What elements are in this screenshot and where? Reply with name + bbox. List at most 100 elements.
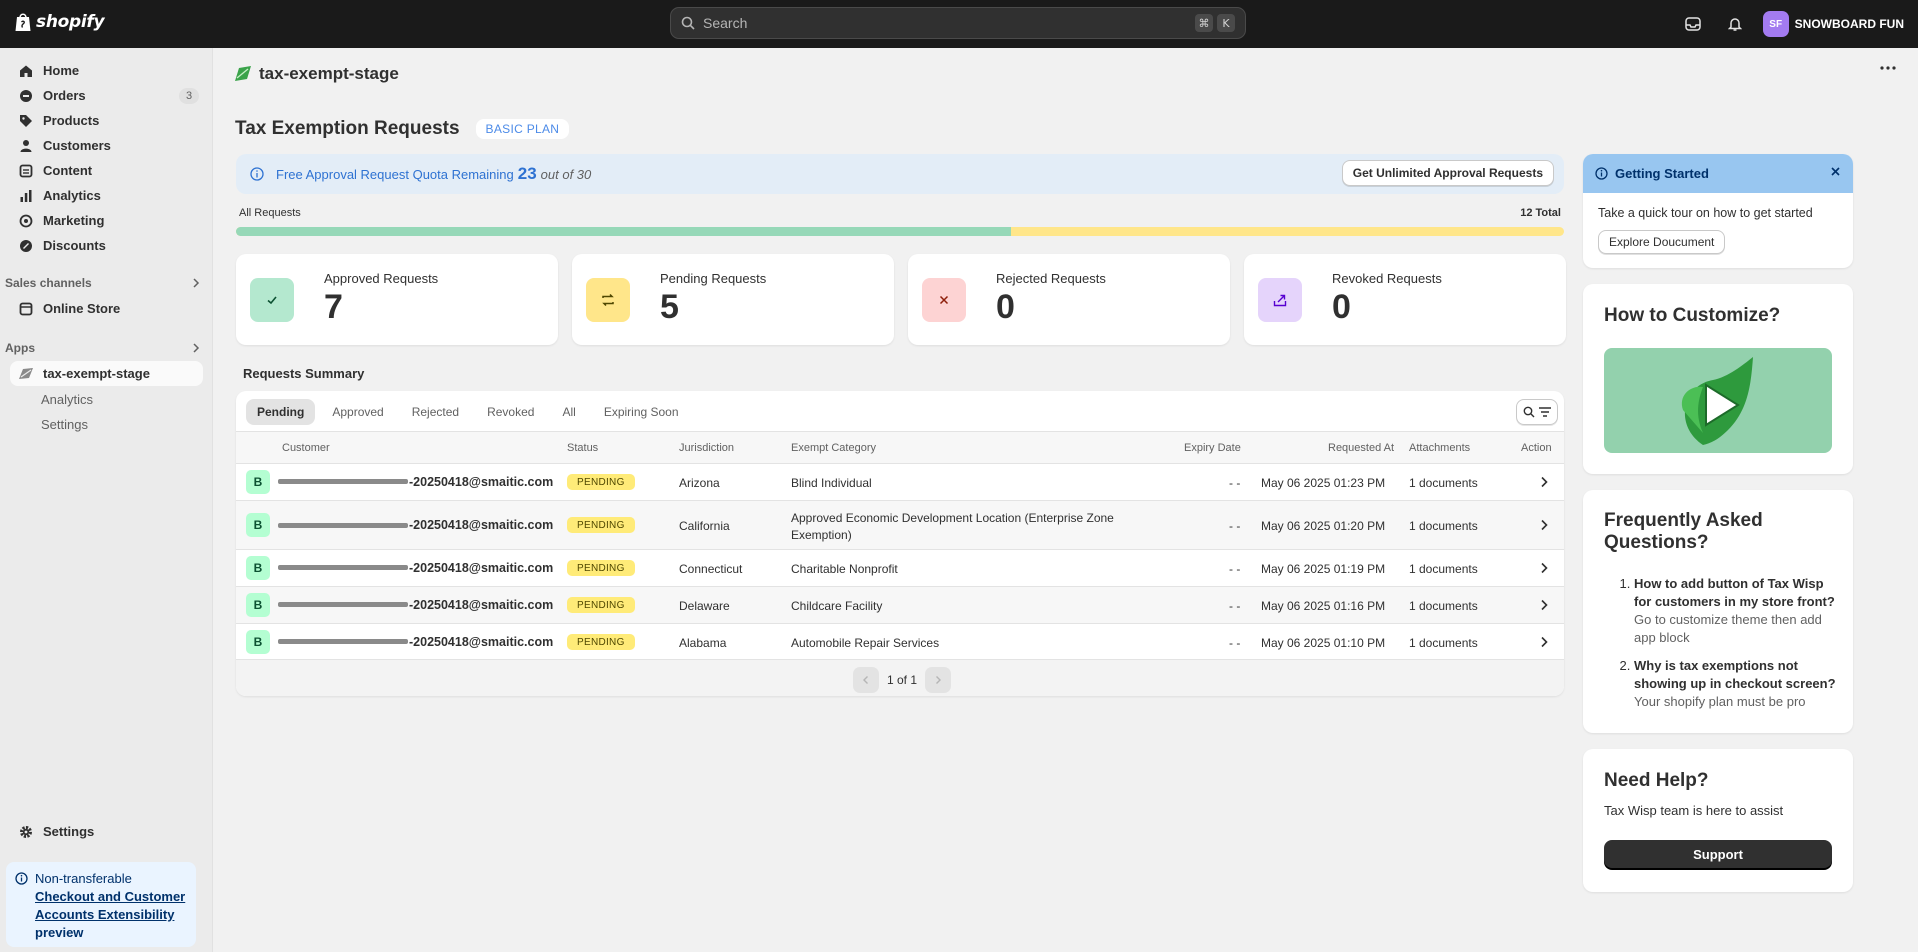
more-actions-button[interactable] [1880, 66, 1896, 70]
inbox-button[interactable] [1679, 10, 1707, 38]
sidebar-item-settings[interactable]: Settings [10, 819, 203, 844]
quota-banner: Free Approval Request Quota Remaining 23… [236, 154, 1564, 194]
expiry-date: - - [1229, 562, 1241, 576]
sidebar-subitem-analytics[interactable]: Analytics [41, 388, 93, 410]
explore-document-button[interactable]: Explore Doucument [1598, 230, 1726, 254]
sidebar-item-label: tax-exempt-stage [43, 366, 150, 381]
quota-text-group: Free Approval Request Quota Remaining 23… [276, 164, 591, 184]
row-open-button[interactable] [1540, 636, 1548, 648]
check-icon [267, 296, 277, 305]
search-input[interactable] [703, 15, 1191, 31]
sidebar-item-marketing[interactable]: Marketing [10, 208, 203, 233]
col-action: Action [1521, 442, 1552, 454]
tab-pending[interactable]: Pending [246, 399, 316, 425]
sales-channels-section[interactable]: Sales channels [5, 276, 200, 290]
store-icon [18, 301, 34, 317]
info-icon [1595, 167, 1608, 180]
col-jurisdiction: Jurisdiction [679, 442, 735, 454]
row-open-button[interactable] [1540, 562, 1548, 574]
sidebar-item-label: Analytics [43, 188, 101, 203]
sidebar-item-discounts[interactable]: Discounts [10, 233, 203, 258]
sidebar-item-products[interactable]: Products [10, 108, 203, 133]
tab-rejected[interactable]: Rejected [401, 399, 470, 425]
get-unlimited-button[interactable]: Get Unlimited Approval Requests [1341, 160, 1554, 186]
table-row[interactable]: B -20250418@smaitic.com PENDING Connecti… [236, 550, 1564, 587]
next-page-button[interactable] [925, 667, 952, 693]
sidebar-item-content[interactable]: Content [10, 158, 203, 183]
progress-labels: All Requests 12 Total [239, 207, 1561, 219]
support-button[interactable]: Support [1604, 840, 1832, 868]
customer-avatar: B [246, 513, 270, 537]
attachments: 1 documents [1409, 599, 1478, 613]
quota-of: out of 30 [540, 167, 592, 182]
tag-icon [18, 113, 34, 129]
search-icon [1523, 406, 1535, 418]
video-thumbnail[interactable] [1604, 348, 1832, 453]
global-search[interactable]: ⌘ K [670, 7, 1246, 39]
close-icon[interactable] [1830, 166, 1841, 177]
page-indicator: 1 of 1 [887, 673, 918, 687]
faq-answer: Your shopify plan must be pro [1634, 694, 1806, 709]
customer-avatar: B [246, 593, 270, 617]
extensibility-link[interactable]: Checkout and Customer Accounts Extensibi… [35, 888, 186, 924]
row-open-button[interactable] [1540, 519, 1548, 531]
filter-icon [1539, 407, 1551, 417]
table-row[interactable]: B -20250418@smaitic.com PENDING Alabama … [236, 624, 1564, 660]
customer-avatar: B [246, 556, 270, 580]
requested-at: May 06 2025 01:10 PM [1261, 636, 1386, 650]
getting-started-title: Getting Started [1615, 166, 1709, 181]
search-filter-button[interactable] [1516, 399, 1558, 425]
stat-value: 7 [324, 288, 343, 326]
exempt-category: Blind Individual [791, 476, 872, 490]
stat-icon-box [922, 278, 966, 322]
row-open-button[interactable] [1540, 599, 1548, 611]
row-open-button[interactable] [1540, 476, 1548, 488]
tab-revoked[interactable]: Revoked [476, 399, 545, 425]
sidebar: Home Orders 3 Products Customers Content… [0, 48, 213, 952]
sidebar-item-home[interactable]: Home [10, 58, 203, 83]
apps-label: Apps [5, 341, 35, 355]
requested-at: May 06 2025 01:16 PM [1261, 599, 1386, 613]
sidebar-item-customers[interactable]: Customers [10, 133, 203, 158]
customer-avatar: B [246, 470, 270, 494]
sidebar-item-orders[interactable]: Orders 3 [10, 83, 203, 108]
faq-answer: Go to customize theme then add app block [1634, 612, 1822, 645]
sidebar-subitem-settings[interactable]: Settings [41, 413, 88, 435]
redacted-name [278, 523, 408, 528]
customer-email: -20250418@smaitic.com [409, 475, 554, 489]
chevron-left-icon [863, 676, 868, 684]
info-icon [15, 872, 28, 885]
plan-badge: BASIC PLAN [475, 119, 570, 139]
redacted-name [278, 639, 408, 644]
customer-email: -20250418@smaitic.com [409, 598, 554, 612]
table-row[interactable]: B -20250418@smaitic.com PENDING Delaware… [236, 587, 1564, 624]
sidebar-item-tax-exempt-stage[interactable]: tax-exempt-stage [10, 361, 203, 386]
requests-progress-bar [236, 227, 1564, 236]
sidebar-item-online-store[interactable]: Online Store [10, 296, 203, 321]
stat-label: Pending Requests [660, 271, 767, 286]
bell-icon [1727, 18, 1742, 31]
shopify-logo[interactable]: shopify [14, 12, 105, 32]
notifications-button[interactable] [1721, 10, 1749, 38]
page-title-row: Tax Exemption Requests BASIC PLAN [235, 118, 570, 140]
apps-section[interactable]: Apps [5, 341, 200, 355]
table-header: Customer Status Jurisdiction Exempt Cate… [236, 431, 1564, 464]
stat-icon-box [250, 278, 294, 322]
tab-approved[interactable]: Approved [321, 399, 394, 425]
attachments: 1 documents [1409, 636, 1478, 650]
faq-question: How to add button of Tax Wisp for custom… [1634, 576, 1835, 609]
store-menu[interactable]: SF SNOWBOARD FUN [1762, 11, 1904, 37]
tab-expiring-soon[interactable]: Expiring Soon [593, 399, 690, 425]
sidebar-item-label: Customers [43, 138, 111, 153]
table-row[interactable]: B -20250418@smaitic.com PENDING Arizona … [236, 464, 1564, 501]
sidebar-item-label: Orders [43, 88, 86, 103]
table-row[interactable]: B -20250418@smaitic.com PENDING Californ… [236, 501, 1564, 550]
prev-page-button[interactable] [853, 667, 879, 693]
tab-all[interactable]: All [551, 399, 586, 425]
home-icon [18, 63, 34, 79]
faq-list: How to add button of Tax Wisp for custom… [1634, 575, 1839, 721]
chevron-right-icon [1541, 519, 1548, 531]
jurisdiction: California [679, 519, 730, 533]
top-bar: shopify ⌘ K SF SNOWBOARD FUN [0, 0, 1918, 48]
sidebar-item-analytics[interactable]: Analytics [10, 183, 203, 208]
